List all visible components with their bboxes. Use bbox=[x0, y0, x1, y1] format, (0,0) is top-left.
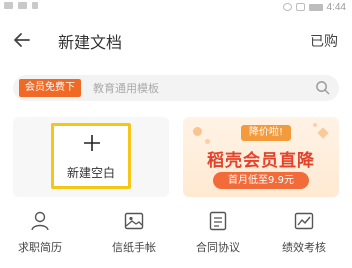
category-label: 信纸手帐 bbox=[112, 241, 156, 254]
sim-icon bbox=[4, 2, 13, 9]
battery-icon bbox=[308, 3, 323, 11]
app-header: 新建文档 已购 bbox=[0, 14, 352, 66]
decor-dot bbox=[193, 127, 202, 136]
banner-headline: 稻壳会员直降 bbox=[207, 151, 315, 171]
signal-indicators bbox=[4, 2, 38, 9]
decor-dot bbox=[205, 139, 210, 144]
new-blank-frame[interactable]: 新建空白 bbox=[51, 123, 131, 189]
plus-icon bbox=[84, 135, 100, 151]
person-icon bbox=[31, 211, 49, 231]
decor-diamond bbox=[317, 127, 329, 139]
image-icon bbox=[124, 212, 144, 230]
price-drop-tag: 降价啦! bbox=[241, 125, 292, 141]
category-performance[interactable]: 绩效考核 bbox=[269, 210, 339, 255]
promo-banner[interactable]: 降价啦! 稻壳会员直降 首月低至9.9元 bbox=[183, 117, 339, 197]
banner-price-pill: 首月低至9.9元 bbox=[213, 172, 309, 189]
category-label: 求职简历 bbox=[18, 241, 62, 254]
status-time: 4:44 bbox=[326, 1, 346, 13]
new-blank-card[interactable]: 新建空白 bbox=[13, 117, 169, 197]
back-arrow-icon[interactable] bbox=[10, 28, 34, 52]
page-title: 新建文档 bbox=[58, 33, 123, 52]
category-contract[interactable]: 合同协议 bbox=[183, 210, 253, 255]
wifi-icon bbox=[32, 2, 38, 9]
search-input[interactable] bbox=[93, 79, 313, 97]
vibrate-icon bbox=[295, 3, 305, 11]
decor-dot bbox=[313, 123, 317, 127]
template-categories: 求职简历 信纸手帐 合同协议 绩效考核 bbox=[0, 210, 352, 268]
category-resume[interactable]: 求职简历 bbox=[5, 210, 75, 255]
search-bar[interactable]: 会员免费下 bbox=[13, 75, 339, 101]
new-blank-label: 新建空白 bbox=[66, 166, 115, 180]
chart-icon bbox=[294, 212, 314, 230]
signal-icon bbox=[18, 2, 27, 9]
category-label: 绩效考核 bbox=[282, 241, 326, 254]
status-right: 4:44 bbox=[282, 0, 346, 14]
status-bar: 4:44 bbox=[0, 0, 352, 14]
category-letter-journal[interactable]: 信纸手帐 bbox=[99, 210, 169, 255]
document-icon bbox=[209, 211, 227, 231]
category-label: 合同协议 bbox=[196, 241, 240, 254]
alarm-icon bbox=[282, 3, 292, 11]
search-icon[interactable] bbox=[315, 80, 330, 95]
purchased-link[interactable]: 已购 bbox=[310, 31, 338, 51]
member-free-badge[interactable]: 会员免费下 bbox=[19, 79, 81, 97]
